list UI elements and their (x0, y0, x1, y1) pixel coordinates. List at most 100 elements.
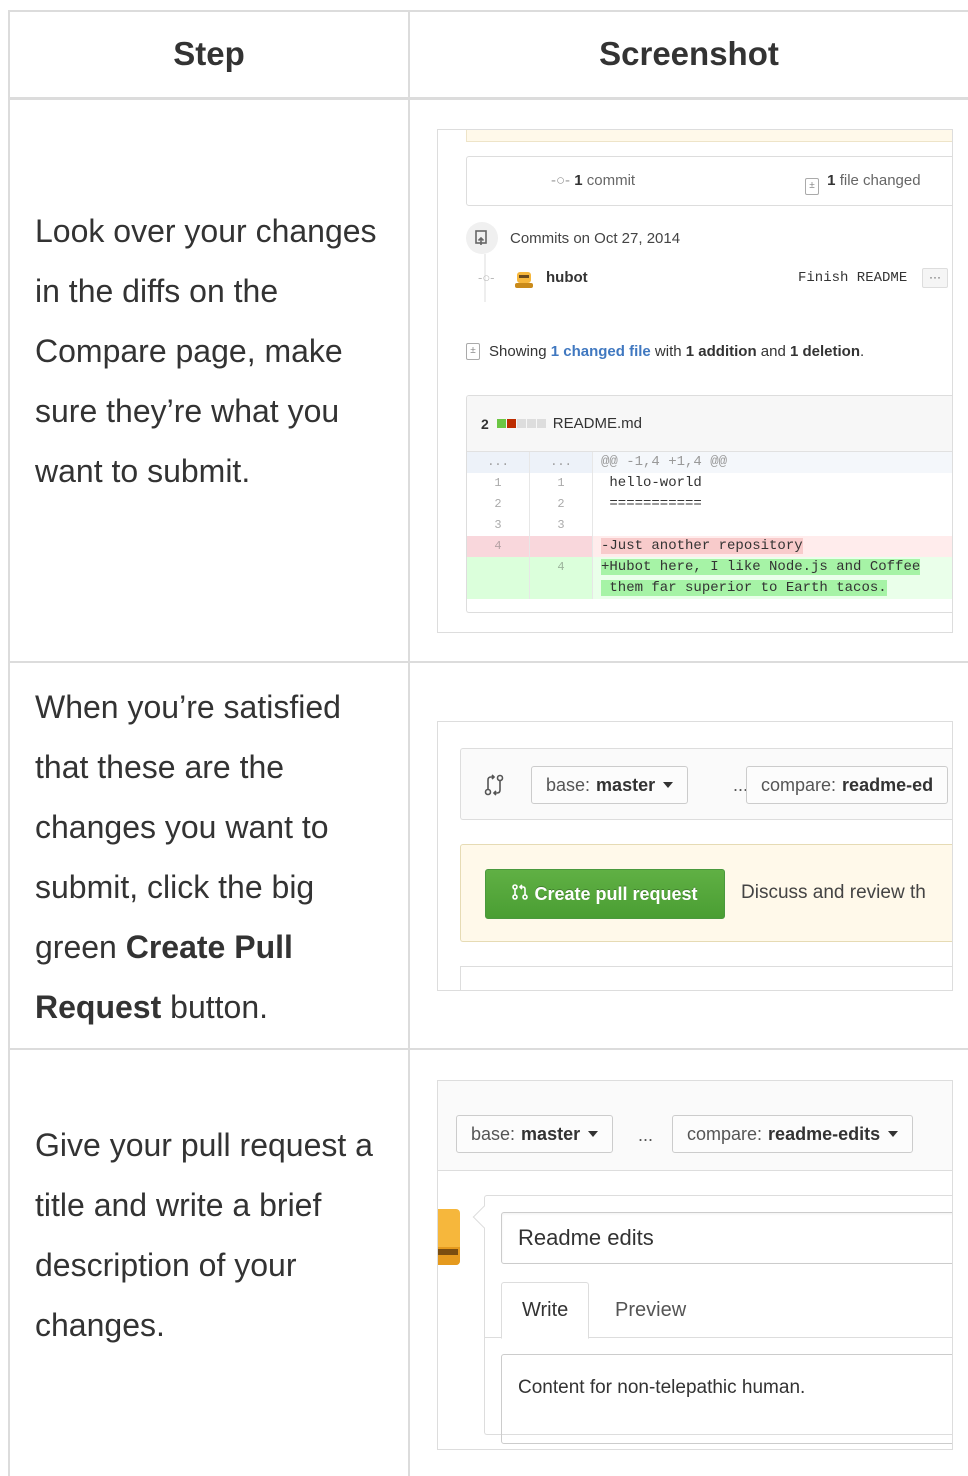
compare-value: readme-ed (842, 774, 934, 795)
base-label: base: (471, 1123, 516, 1144)
line-number-right: ... (530, 452, 593, 473)
compare-label: compare: (687, 1123, 763, 1144)
range-dots: ... (638, 1125, 654, 1145)
editor-tabs: Write Preview (485, 1282, 952, 1339)
commit-row[interactable]: -○- hubot Finish README ··· (478, 268, 948, 292)
chevron-down-icon (588, 1131, 599, 1137)
commits-date-header: Commits on Oct 27, 2014 (466, 222, 680, 254)
deletions-count: 1 deletion (790, 343, 861, 360)
commit-icon: -○- (551, 172, 571, 189)
hubot-avatar (514, 268, 534, 288)
base-label: base: (546, 774, 591, 795)
diff-code: =========== (601, 496, 702, 512)
diff-code: +Hubot here, I like Node.js and Coffee (593, 557, 952, 578)
tab-preview[interactable]: Preview (595, 1282, 706, 1339)
line-number-left[interactable]: 3 (467, 515, 530, 536)
diff-code (593, 515, 952, 536)
compare-label: compare: (761, 774, 837, 795)
step-2-text-after: button. (161, 989, 268, 1025)
comparison-panel (460, 966, 952, 990)
create-pull-request-button[interactable]: Create pull request (485, 869, 725, 919)
commit-message-link[interactable]: Finish README (798, 270, 907, 286)
compare-screenshot: -○- 1 commit ± 1 file changed Commits on… (437, 129, 953, 633)
hunk-text: @@ -1,4 +1,4 @@ (601, 454, 728, 470)
file-change-count: 2 (481, 415, 489, 432)
line-number-left[interactable]: 2 (467, 494, 530, 515)
line-number-right (530, 578, 593, 599)
commit-author-link[interactable]: hubot (546, 269, 588, 286)
file-name[interactable]: README.md (553, 415, 642, 432)
commit-count-label: commit (586, 172, 636, 189)
step-1-text: Look over your changes in the diffs on t… (35, 213, 377, 489)
line-number-right[interactable]: 1 (530, 473, 593, 494)
step-3-text: Give your pull request a title and write… (35, 1127, 373, 1343)
compare-branch-select[interactable]: compare: readme-edits (672, 1115, 914, 1153)
diff-line: 1 1 hello-world (467, 473, 952, 494)
compare-top-banner (466, 130, 952, 142)
diff-code: -Just another repository (593, 536, 952, 557)
line-number-right[interactable]: 2 (530, 494, 593, 515)
create-pr-button-label: Create pull request (534, 883, 698, 904)
pull-request-icon (512, 883, 529, 906)
showing-prefix: Showing (489, 343, 547, 360)
base-branch-select[interactable]: base: master (531, 766, 689, 804)
commit-expand-button[interactable]: ··· (922, 268, 948, 288)
line-number-left[interactable] (467, 557, 530, 578)
pr-form: Readme edits Write Preview Content for n… (484, 1195, 952, 1444)
changed-files-link[interactable]: 1 changed file (551, 343, 651, 360)
commit-count-number: 1 (574, 172, 583, 189)
base-branch-select[interactable]: base: master (456, 1115, 614, 1153)
step-2-text-before: When you’re satisfied that these are the… (35, 689, 341, 965)
tab-write[interactable]: Write (501, 1282, 590, 1339)
files-count-label: file changed (839, 172, 921, 189)
pr-title-input[interactable]: Readme edits (501, 1212, 952, 1264)
showing-with: with (654, 343, 682, 360)
commit-dot-icon: -○- (478, 270, 495, 285)
line-number-left[interactable]: 1 (467, 473, 530, 494)
diff-line-addition: 4 +Hubot here, I like Node.js and Coffee (467, 557, 952, 578)
file-diff-icon: ± (466, 343, 480, 360)
step-2-text: When you’re satisfied that these are the… (35, 677, 395, 1037)
diff-line-deletion: 4 -Just another repository (467, 536, 952, 557)
repo-push-icon (466, 222, 498, 254)
compare-branch-select[interactable]: compare: readme-ed (746, 766, 949, 804)
header-step: Step (173, 35, 245, 72)
header-screenshot: Screenshot (599, 35, 779, 72)
compare-value: readme-edits (768, 1123, 881, 1144)
files-count-number: 1 (827, 172, 836, 189)
create-pr-banner: Create pull request Discuss and review t… (460, 844, 952, 942)
diff-code: them far superior to Earth tacos. (593, 578, 952, 599)
diff-hunk-header: ... ... @@ -1,4 +1,4 @@ (467, 452, 952, 473)
discuss-text: Discuss and review th (741, 882, 926, 903)
steps-table: Step Screenshot Look over your changes i… (0, 0, 968, 1476)
line-number-left (467, 578, 530, 599)
create-pr-screenshot: base: master ... compare: readme-ed Create… (437, 721, 953, 991)
line-number-left: ... (467, 452, 530, 473)
pr-form-screenshot: base: master ... compare: readme-edits Rea… (437, 1080, 953, 1450)
showing-and: and (760, 343, 786, 360)
diff-line: 2 2 =========== (467, 494, 952, 515)
file-header: 2 README.md (467, 396, 952, 452)
additions-count: 1 addition (685, 343, 757, 360)
diff-code: hello-world (601, 475, 702, 491)
line-number-left[interactable]: 4 (467, 536, 530, 557)
diff-line-addition: them far superior to Earth tacos. (467, 578, 952, 599)
git-compare-icon (483, 773, 505, 802)
diff-line: 3 3 (467, 515, 952, 536)
line-number-right[interactable]: 3 (530, 515, 593, 536)
diff-stats-summary: ± Showing 1 changed file with 1 addition… (466, 343, 864, 360)
chevron-down-icon (888, 1131, 899, 1137)
pr-description-textarea[interactable]: Content for non-telepathic human. (501, 1354, 952, 1444)
line-number-right[interactable]: 4 (530, 557, 593, 578)
added-text: +Hubot here, I like Node.js and Coffee (601, 559, 921, 575)
line-number-right[interactable] (530, 536, 593, 557)
deleted-text: -Just another repository (601, 538, 803, 554)
base-value: master (521, 1123, 581, 1144)
showing-suffix: . (860, 343, 865, 360)
commit-count[interactable]: -○- 1 commit (551, 172, 635, 189)
diffstat-bar (496, 415, 547, 432)
hubot-avatar (438, 1209, 460, 1265)
file-diff: 2 README.md ... ... @@ -1,4 +1,4 @@ 1 1 … (466, 395, 952, 613)
commits-date-label: Commits on Oct 27, 2014 (510, 229, 681, 247)
files-changed-count[interactable]: ± 1 file changed (805, 172, 921, 195)
